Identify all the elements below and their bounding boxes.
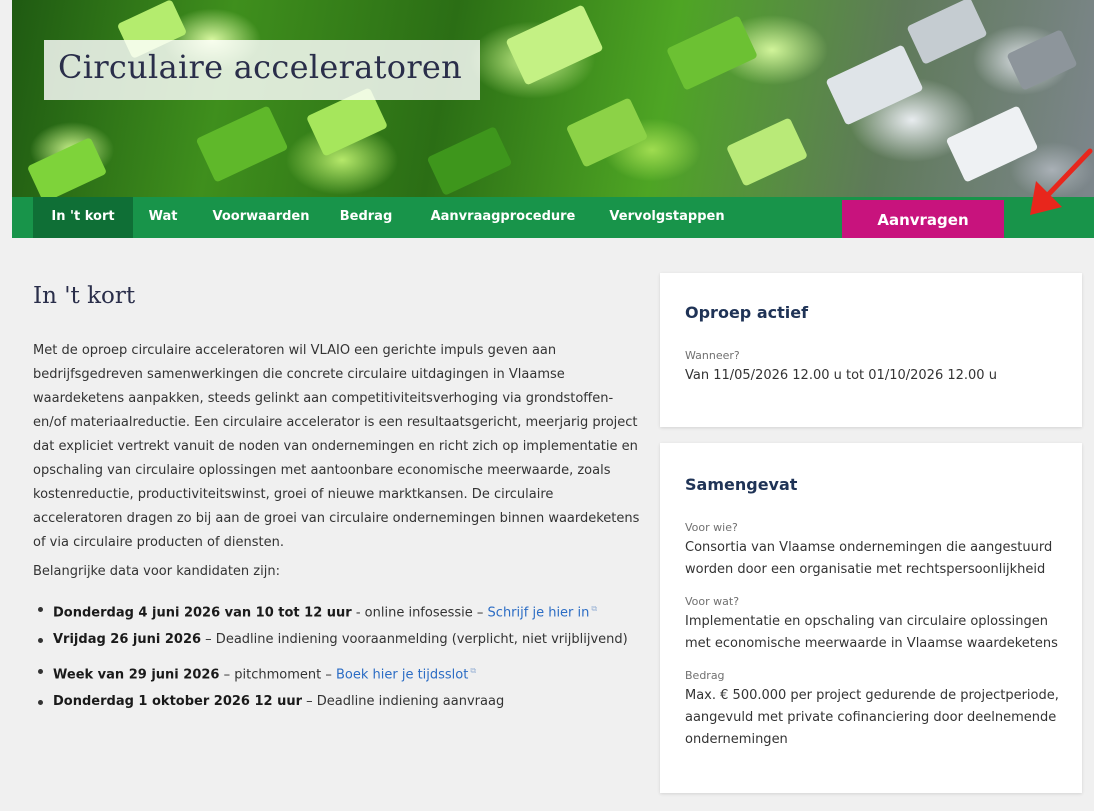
tab-vervolgstappen[interactable]: Vervolgstappen: [602, 197, 732, 238]
hero-banner: Circulaire acceleratoren: [12, 0, 1094, 197]
date-text: - online infosessie –: [351, 605, 488, 621]
tab-bedrag[interactable]: Bedrag: [336, 197, 396, 238]
apply-button[interactable]: Aanvragen: [842, 200, 1004, 238]
tab-in-t-kort[interactable]: In 't kort: [33, 197, 133, 238]
card-title: Samengevat: [685, 475, 798, 494]
for-who-label: Voor wie?: [685, 521, 738, 534]
important-dates-list: Donderdag 4 juni 2026 van 10 tot 12 uur …: [33, 599, 628, 723]
external-link-icon: ⧉: [591, 604, 598, 613]
important-dates-intro: Belangrijke data voor kandidaten zijn:: [33, 564, 280, 579]
for-what-value: Implementatie en opschaling van circulai…: [685, 614, 1058, 651]
date-bold: Donderdag 1 oktober 2026 12 uur: [53, 694, 303, 709]
tab-wat[interactable]: Wat: [143, 197, 183, 238]
hero-decoration: [725, 117, 809, 187]
tab-aanvraagprocedure[interactable]: Aanvraagprocedure: [423, 197, 583, 238]
hero-decoration: [565, 97, 649, 168]
list-item: Donderdag 4 juni 2026 van 10 tot 12 uur …: [33, 599, 628, 630]
amount-label: Bedrag: [685, 669, 725, 682]
page-title: Circulaire acceleratoren: [58, 48, 463, 86]
register-link[interactable]: Schrijf je hier in: [488, 605, 590, 620]
hero-decoration: [505, 4, 604, 86]
date-text: – pitchmoment –: [219, 667, 336, 683]
when-value: Van 11/05/2026 12.00 u tot 01/10/2026 12…: [685, 368, 997, 383]
external-link-icon: ⧉: [470, 666, 477, 675]
for-who-value: Consortia van Vlaamse ondernemingen die …: [685, 540, 1053, 577]
amount-value: Max. € 500.000 per project gedurende de …: [685, 688, 1059, 747]
section-heading: In 't kort: [33, 283, 136, 309]
summary-card: Samengevat Voor wie? Consortia van Vlaam…: [660, 443, 1082, 793]
hero-decoration: [666, 15, 758, 91]
hero-decoration: [906, 0, 988, 65]
list-item: Vrijdag 26 juni 2026 – Deadline indienin…: [33, 630, 628, 661]
date-bold: Vrijdag 26 juni 2026: [53, 632, 202, 647]
when-label: Wanneer?: [685, 349, 740, 362]
tab-voorwaarden[interactable]: Voorwaarden: [205, 197, 317, 238]
call-status-card: Oproep actief Wanneer? Van 11/05/2026 12…: [660, 273, 1082, 427]
date-text: – Deadline indiening aanvraag: [302, 694, 505, 709]
intro-paragraph: Met de oproep circulaire acceleratoren w…: [33, 343, 640, 550]
hero-decoration: [195, 105, 289, 183]
list-item: Week van 29 juni 2026 – pitchmoment – Bo…: [33, 661, 628, 692]
date-bold: Week van 29 juni 2026: [53, 667, 220, 683]
hero-decoration: [825, 44, 924, 126]
book-timeslot-link[interactable]: Boek hier je tijdsslot: [336, 667, 468, 682]
hero-decoration: [26, 137, 108, 197]
hero-decoration: [1006, 29, 1078, 91]
date-bold: Donderdag 4 juni 2026 van 10 tot 12 uur: [53, 605, 352, 621]
hero-decoration: [426, 126, 513, 196]
hero-title-box: Circulaire acceleratoren: [44, 40, 480, 100]
tab-navigation: In 't kort Wat Voorwaarden Bedrag Aanvra…: [12, 197, 1094, 238]
date-text: – Deadline indiening vooraanmelding (ver…: [201, 632, 628, 647]
for-what-label: Voor wat?: [685, 595, 740, 608]
list-item: Donderdag 1 oktober 2026 12 uur – Deadli…: [33, 692, 628, 723]
red-arrow-icon: [1030, 148, 1093, 215]
card-title: Oproep actief: [685, 303, 809, 322]
